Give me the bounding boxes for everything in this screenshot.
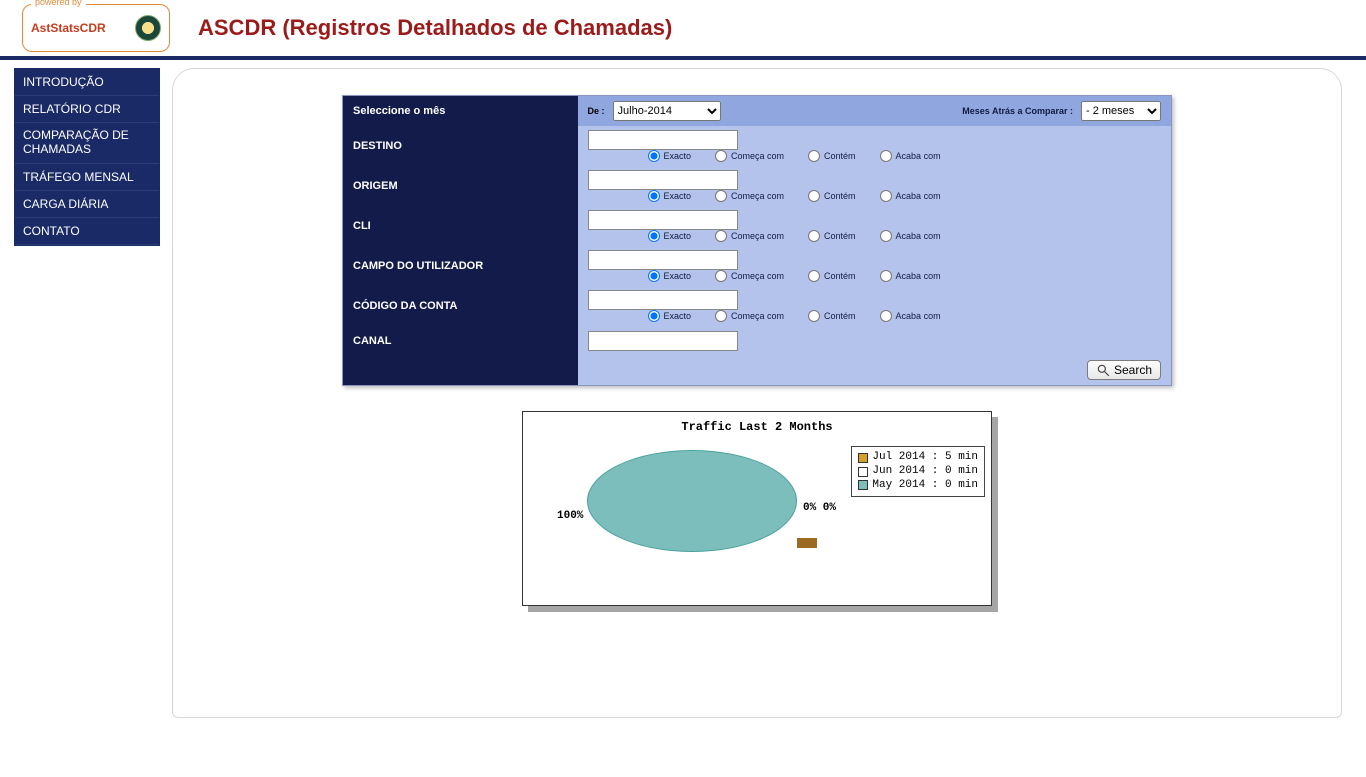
legend-swatch-icon [858,453,868,463]
cli-ends[interactable] [880,230,892,242]
destino-contains[interactable] [808,150,820,162]
cli-input[interactable] [588,210,738,230]
destino-input[interactable] [588,130,738,150]
chart-legend: Jul 2014 : 5 min Jun 2014 : 0 min May 20… [851,446,985,497]
row-campo-label: CAMPO DO UTILIZADOR [343,246,578,286]
row-codigo-label: CÓDIGO DA CONTA [343,286,578,326]
search-icon [1096,363,1110,377]
campo-input[interactable] [588,250,738,270]
row-canal-label: CANAL [343,326,578,356]
sidebar-nav: INTRODUÇÃO RELATÓRIO CDR COMPARAÇÃO DE C… [14,68,160,246]
sidebar-item-trafego[interactable]: TRÁFEGO MENSAL [15,164,159,191]
pct-label-0: 0% 0% [803,502,836,514]
campo-exact[interactable] [648,270,660,282]
search-button[interactable]: Search [1087,360,1161,380]
cli-contains[interactable] [808,230,820,242]
cli-exact[interactable] [648,230,660,242]
brand-name: AstStatsCDR [31,21,106,35]
pct-label-100: 100% [557,510,583,522]
page-title: ASCDR (Registros Detalhados de Chamadas) [198,15,672,41]
main-panel: Seleccione o mês De : Julho-2014 Meses A… [172,68,1342,718]
sidebar-item-carga[interactable]: CARGA DIÁRIA [15,191,159,218]
campo-ends[interactable] [880,270,892,282]
filter-month-label: Seleccione o mês [343,96,578,126]
codigo-input[interactable] [588,290,738,310]
brand-box: AstStatsCDR [22,4,170,52]
filter-table: Seleccione o mês De : Julho-2014 Meses A… [342,95,1172,386]
campo-contains[interactable] [808,270,820,282]
origem-ends[interactable] [880,190,892,202]
canal-input[interactable] [588,331,738,351]
chart-container: Traffic Last 2 Months 100% 0% 0% Jul 201… [522,411,992,606]
months-back-select[interactable]: - 2 meses [1081,101,1161,121]
campo-begins[interactable] [715,270,727,282]
sidebar-item-contato[interactable]: CONTATO [15,218,159,245]
month-select[interactable]: Julho-2014 [613,101,721,121]
row-origem-label: ORIGEM [343,166,578,206]
codigo-begins[interactable] [715,310,727,322]
legend-swatch-icon [858,480,868,490]
origem-input[interactable] [588,170,738,190]
cli-begins[interactable] [715,230,727,242]
chart-title: Traffic Last 2 Months [523,412,991,434]
destino-ends[interactable] [880,150,892,162]
codigo-exact[interactable] [648,310,660,322]
pie-chart [587,450,797,580]
origem-exact[interactable] [648,190,660,202]
destino-exact[interactable] [648,150,660,162]
legend-swatch-icon [858,467,868,477]
row-destino-label: DESTINO [343,126,578,166]
sidebar-item-relatorio-cdr[interactable]: RELATÓRIO CDR [15,96,159,123]
brand-icon [135,15,161,41]
origem-begins[interactable] [715,190,727,202]
sidebar-item-introducao[interactable]: INTRODUÇÃO [15,69,159,96]
sidebar-item-comparacao[interactable]: COMPARAÇÃO DE CHAMADAS [15,123,159,164]
page-header: AstStatsCDR ASCDR (Registros Detalhados … [0,0,1366,60]
codigo-ends[interactable] [880,310,892,322]
codigo-contains[interactable] [808,310,820,322]
months-back-label: Meses Atrás a Comparar : [962,106,1073,116]
origem-contains[interactable] [808,190,820,202]
destino-begins[interactable] [715,150,727,162]
pie-slice-small [797,538,817,548]
row-cli-label: CLI [343,206,578,246]
de-label: De : [588,106,605,116]
